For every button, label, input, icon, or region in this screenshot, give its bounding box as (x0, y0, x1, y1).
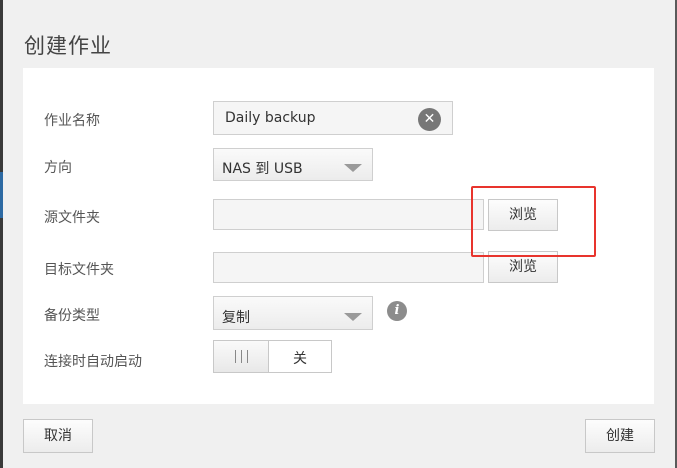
info-icon[interactable]: i (387, 301, 407, 321)
cancel-button[interactable]: 取消 (23, 419, 93, 453)
grip-line (247, 350, 248, 363)
toggle-handle[interactable] (214, 341, 269, 372)
direction-select[interactable]: NAS 到 USB (213, 148, 373, 181)
close-circle-icon[interactable]: ✕ (418, 108, 441, 131)
job-name-input[interactable]: Daily backup ✕ (213, 101, 453, 135)
toggle-state-label: 关 (293, 351, 307, 367)
grip-line (241, 350, 242, 363)
chevron-down-icon (344, 313, 362, 321)
auto-start-toggle[interactable]: 关 (213, 340, 332, 373)
auto-start-label: 连接时自动启动 (44, 354, 142, 370)
job-name-value: Daily backup (225, 110, 316, 126)
background-window-accent (0, 172, 3, 218)
target-folder-label: 目标文件夹 (44, 262, 114, 278)
target-folder-input[interactable] (213, 252, 484, 283)
direction-label: 方向 (44, 160, 72, 176)
backup-type-select[interactable]: 复制 (213, 296, 373, 330)
backup-type-label: 备份类型 (44, 308, 100, 324)
backup-type-value: 复制 (222, 310, 250, 326)
create-button[interactable]: 创建 (585, 419, 655, 453)
highlight-box (471, 186, 596, 257)
grip-line (235, 350, 236, 363)
background-window-edge (0, 0, 3, 468)
source-folder-label: 源文件夹 (44, 210, 100, 226)
source-folder-input[interactable] (213, 199, 484, 230)
direction-value: NAS 到 USB (222, 161, 303, 177)
dialog-title: 创建作业 (24, 34, 112, 58)
chevron-down-icon (344, 164, 362, 172)
job-name-label: 作业名称 (44, 113, 100, 129)
